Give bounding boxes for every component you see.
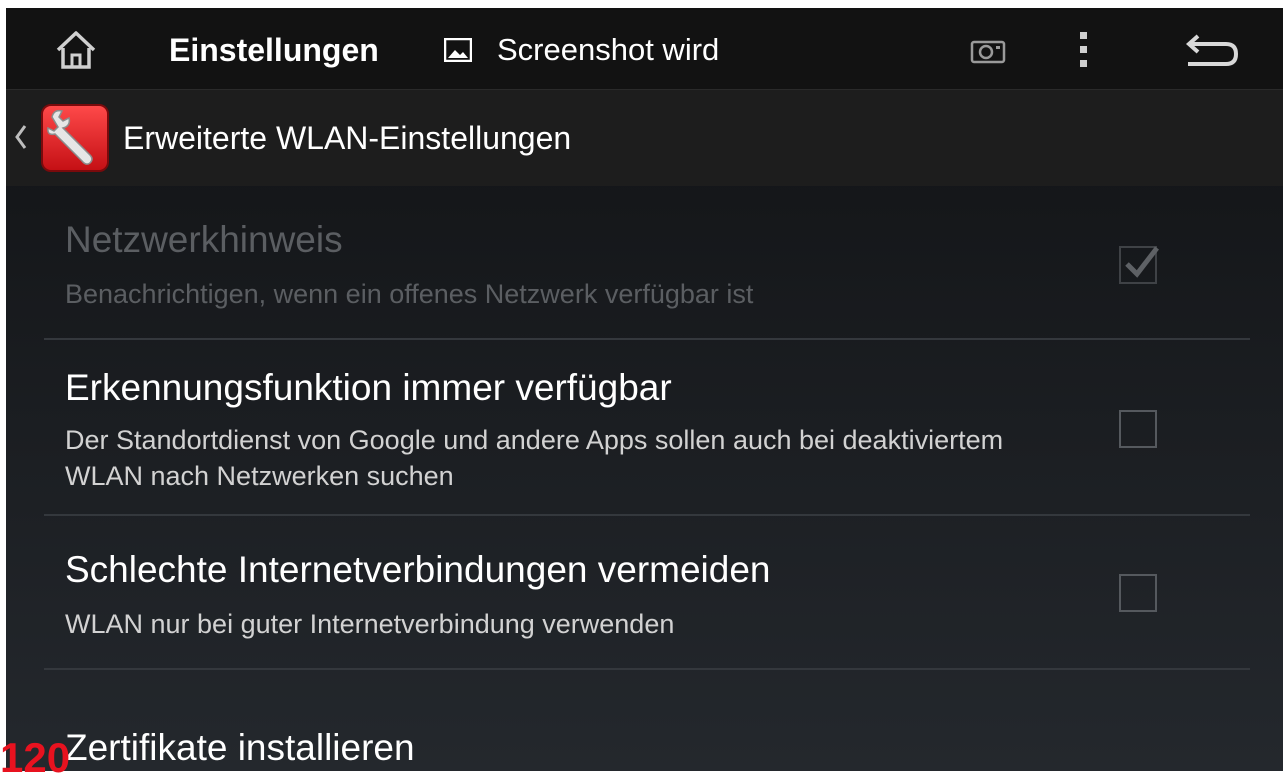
pref-summary: WLAN nur bei guter Internetverbindung ve…	[65, 609, 675, 639]
pref-summary: Benachrichtigen, wenn ein offenes Netzwe…	[65, 279, 754, 309]
settings-app-icon[interactable]	[40, 103, 110, 173]
chevron-left-icon[interactable]	[14, 124, 28, 150]
back-icon[interactable]	[1178, 30, 1240, 70]
overflow-menu-icon[interactable]	[1076, 30, 1092, 70]
page-title: Erweiterte WLAN-Einstellungen	[123, 120, 572, 156]
home-icon[interactable]	[54, 28, 98, 72]
action-bar: Einstellungen Screenshot wird	[6, 8, 1283, 90]
pref-title: Erkennungsfunktion immer verfügbar	[65, 367, 672, 408]
avoid-poor-connections-checkbox[interactable]	[1119, 574, 1157, 612]
divider	[44, 668, 1250, 670]
page-header: Erweiterte WLAN-Einstellungen	[6, 90, 1283, 186]
pref-title: Zertifikate installieren	[65, 727, 415, 768]
app-title: Einstellungen	[169, 32, 379, 68]
pref-title: Netzwerkhinweis	[65, 219, 343, 260]
checkmark-icon	[1125, 246, 1159, 278]
notification-text: Screenshot wird	[497, 32, 720, 67]
network-notification-checkbox	[1119, 246, 1159, 284]
image-icon	[444, 38, 472, 62]
android-screen: Einstellungen Screenshot wird Erweiterte…	[6, 8, 1283, 771]
pref-title: Schlechte Internetverbindungen vermeiden	[65, 549, 771, 590]
pref-summary: Der Standortdienst von Google und andere…	[65, 425, 1004, 491]
divider	[44, 338, 1250, 340]
page-number: 120	[0, 734, 71, 781]
divider	[44, 514, 1250, 516]
camera-icon[interactable]	[970, 36, 1006, 64]
scanning-always-available-checkbox[interactable]	[1119, 410, 1157, 448]
